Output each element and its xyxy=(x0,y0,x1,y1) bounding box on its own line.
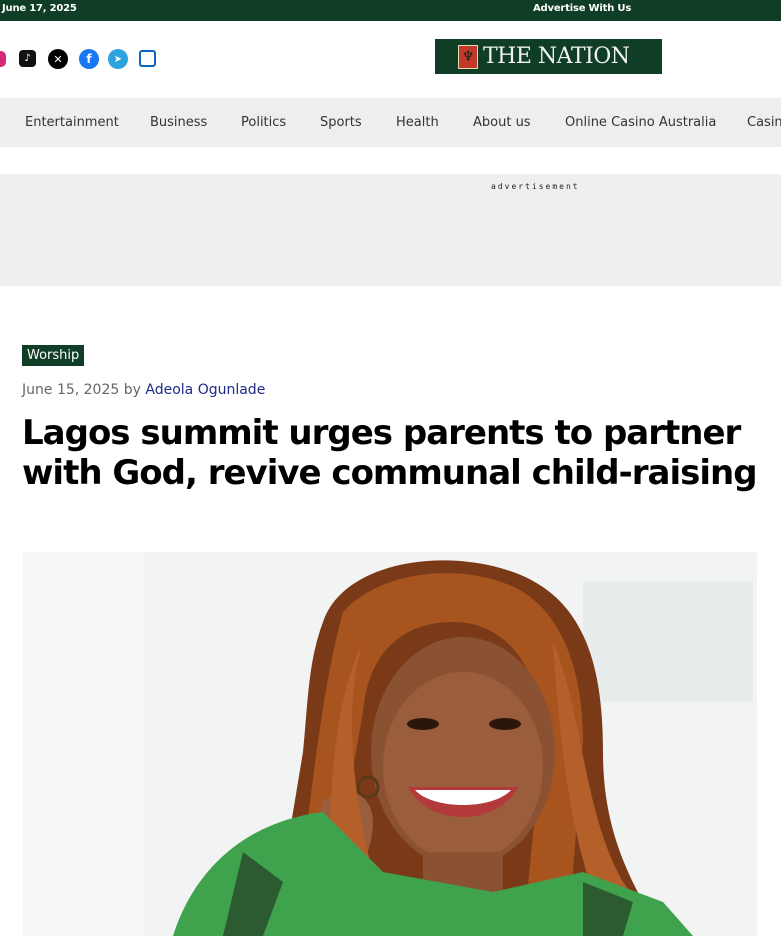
nav-item-business[interactable]: Business xyxy=(150,115,207,130)
article-photo xyxy=(23,552,757,936)
nav-item-about-us[interactable]: About us xyxy=(473,115,531,130)
site-logo[interactable]: ♆ THE NATION xyxy=(435,39,662,74)
nav-item-casino[interactable]: Casin xyxy=(747,115,781,130)
publish-date: June 15, 2025 xyxy=(22,382,120,398)
byline-by: by xyxy=(123,382,141,398)
author-link[interactable]: Adeola Ogunlade xyxy=(145,382,265,398)
nav-item-entertainment[interactable]: Entertainment xyxy=(25,115,119,130)
logo-emblem-icon: ♆ xyxy=(458,44,478,69)
nav-item-sports[interactable]: Sports xyxy=(320,115,362,130)
linkedin-icon[interactable]: in xyxy=(139,50,156,67)
facebook-icon[interactable]: f xyxy=(79,49,99,69)
nav-item-health[interactable]: Health xyxy=(396,115,439,130)
instagram-icon[interactable] xyxy=(0,51,6,67)
main-nav: Entertainment Business Politics Sports H… xyxy=(0,98,781,147)
nav-item-politics[interactable]: Politics xyxy=(241,115,286,130)
logo-text: THE NATION xyxy=(483,44,630,69)
advertise-link[interactable]: Advertise With Us xyxy=(533,3,631,14)
portrait-illustration xyxy=(23,552,757,936)
advertisement-label: advertisement xyxy=(491,182,580,191)
advertisement-slot: advertisement xyxy=(0,174,781,286)
article-meta: June 15, 2025 by Adeola Ogunlade xyxy=(22,382,265,398)
tiktok-icon[interactable]: ♪ xyxy=(19,50,36,67)
top-bar: June 17, 2025 Advertise With Us xyxy=(0,0,781,21)
category-badge[interactable]: Worship xyxy=(22,345,85,366)
x-icon[interactable]: ✕ xyxy=(48,49,68,69)
current-date: June 17, 2025 xyxy=(2,3,77,14)
article-headline: Lagos summit urges parents to partner wi… xyxy=(22,413,758,493)
site-header: ♪ ✕ f ➤ in ♆ THE NATION xyxy=(0,21,781,98)
nav-item-online-casino-australia[interactable]: Online Casino Australia xyxy=(565,115,716,130)
telegram-icon[interactable]: ➤ xyxy=(108,49,128,69)
